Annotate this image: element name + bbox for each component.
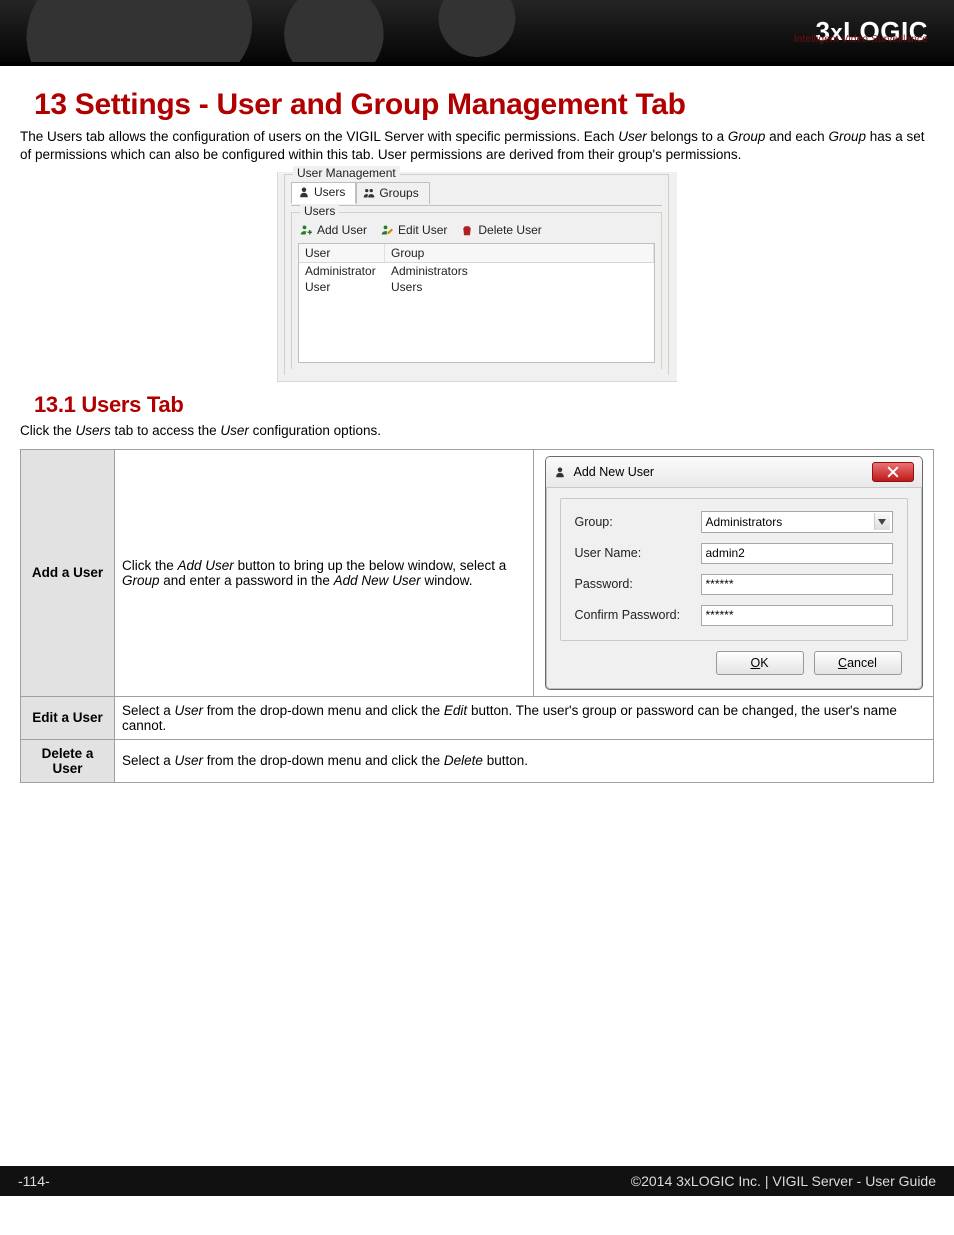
label-password: Password: bbox=[575, 577, 701, 591]
grid-body: Administrator Administrators User Users bbox=[299, 263, 654, 295]
page-title: 13 Settings - User and Group Management … bbox=[34, 88, 934, 122]
user-actions-table: Add a User Click the Add User button to … bbox=[20, 449, 934, 783]
section-paragraph: Click the Users tab to access the User c… bbox=[20, 422, 934, 440]
row-desc-add: Click the Add User button to bring up th… bbox=[115, 449, 534, 696]
user-management-screenshot: User Management Users Groups bbox=[277, 172, 677, 382]
delete-user-icon bbox=[461, 224, 473, 236]
tab-groups[interactable]: Groups bbox=[356, 182, 429, 204]
user-icon bbox=[298, 186, 310, 198]
cancel-button[interactable]: Cancel bbox=[814, 651, 902, 675]
chevron-down-icon bbox=[874, 513, 890, 530]
group-value: Administrators bbox=[706, 515, 783, 529]
add-user-button[interactable]: Add User bbox=[300, 223, 367, 237]
users-icon bbox=[363, 187, 375, 199]
confirm-password-field[interactable] bbox=[701, 605, 893, 626]
edit-user-icon bbox=[381, 224, 393, 236]
doc-footer: -114- ©2014 3xLOGIC Inc. | VIGIL Server … bbox=[0, 1166, 954, 1196]
users-grid[interactable]: User Group Administrator Administrators … bbox=[298, 243, 655, 363]
subgroup-title: Users bbox=[300, 204, 339, 218]
dialog-title: Add New User bbox=[574, 465, 655, 479]
brand-tagline: Intelligent Video Surveillance bbox=[794, 34, 928, 45]
row-label-add: Add a User bbox=[21, 449, 115, 696]
edit-user-button[interactable]: Edit User bbox=[381, 223, 447, 237]
row-label-edit: Edit a User bbox=[21, 696, 115, 739]
col-group[interactable]: Group bbox=[385, 244, 654, 262]
table-row[interactable]: Administrator Administrators bbox=[299, 263, 654, 279]
delete-user-button[interactable]: Delete User bbox=[461, 223, 541, 237]
add-user-icon bbox=[300, 224, 312, 236]
footer-right: ©2014 3xLOGIC Inc. | VIGIL Server - User… bbox=[631, 1173, 936, 1189]
page-content: 13 Settings - User and Group Management … bbox=[0, 66, 954, 1166]
username-field[interactable] bbox=[701, 543, 893, 564]
intro-paragraph: The Users tab allows the configuration o… bbox=[20, 128, 934, 164]
ok-button[interactable]: OK bbox=[716, 651, 804, 675]
close-button[interactable] bbox=[872, 462, 914, 482]
users-toolbar: Add User Edit User Delete bbox=[298, 219, 655, 243]
label-username: User Name: bbox=[575, 546, 701, 560]
row-label-delete: Delete a User bbox=[21, 739, 115, 782]
page-number: -114- bbox=[18, 1173, 50, 1189]
doc-header: 3xLOGIC Intelligent Video Surveillance bbox=[0, 0, 954, 62]
group-dropdown[interactable]: Administrators bbox=[701, 511, 893, 533]
row-desc-edit: Select a User from the drop-down menu an… bbox=[115, 696, 934, 739]
password-field[interactable] bbox=[701, 574, 893, 595]
section-title: 13.1 Users Tab bbox=[34, 392, 934, 418]
col-user[interactable]: User bbox=[299, 244, 385, 262]
tabs: Users Groups bbox=[291, 181, 662, 203]
groupbox-title: User Management bbox=[293, 166, 400, 180]
row-desc-delete: Select a User from the drop-down menu an… bbox=[115, 739, 934, 782]
user-icon bbox=[554, 466, 566, 478]
add-new-user-dialog: Add New User Group: Administrators bbox=[545, 456, 923, 690]
tab-users[interactable]: Users bbox=[291, 182, 356, 204]
label-confirm: Confirm Password: bbox=[575, 608, 701, 622]
table-row[interactable]: User Users bbox=[299, 279, 654, 295]
dialog-titlebar[interactable]: Add New User bbox=[546, 457, 922, 488]
label-group: Group: bbox=[575, 515, 701, 529]
grid-header: User Group bbox=[299, 244, 654, 263]
close-icon bbox=[887, 466, 899, 478]
